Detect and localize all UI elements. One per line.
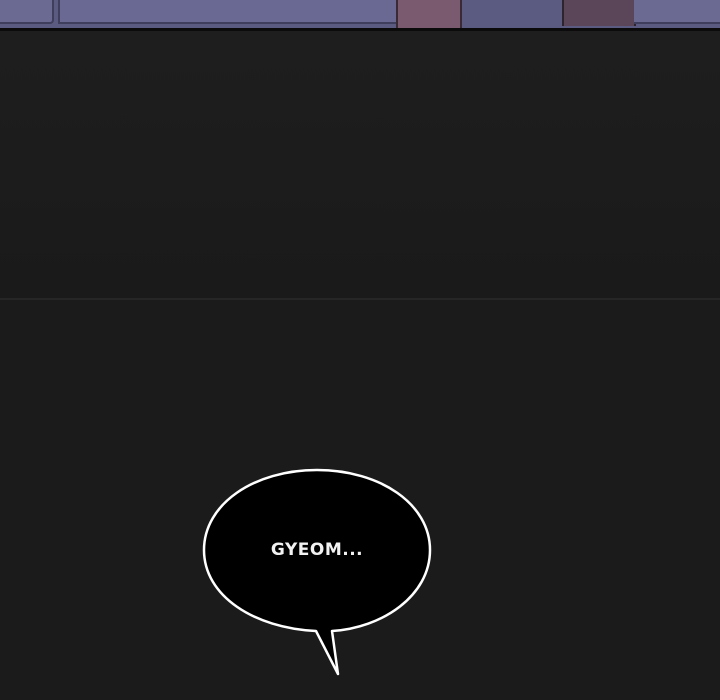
comic-page: GYEOM... — [0, 0, 720, 700]
speech-bubble: GYEOM... — [202, 468, 432, 676]
figure-leg-left — [396, 0, 462, 28]
figure-leg-right — [562, 0, 636, 26]
dark-panel-upper — [0, 31, 720, 299]
panel-edge-left — [0, 0, 54, 24]
previous-panel-fragment — [0, 0, 720, 28]
speech-bubble-shape — [202, 468, 432, 676]
panel-edge-right — [634, 0, 720, 24]
panel-edge-middle — [58, 0, 400, 24]
dialogue-text: GYEOM... — [270, 540, 364, 560]
